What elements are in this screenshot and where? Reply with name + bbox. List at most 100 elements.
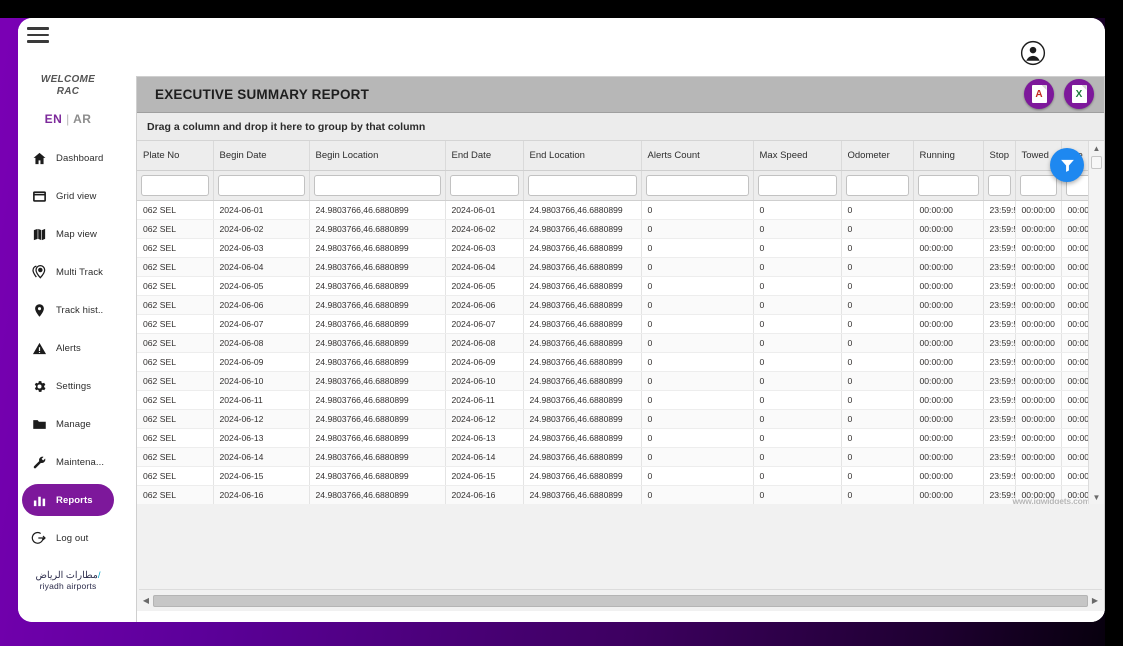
cell-end_location: 24.9803766,46.6880899 [523,447,642,467]
pdf-export-icon[interactable]: A [1024,79,1054,109]
table-row[interactable]: 062 SEL 2024-06-06 24.9803766,46.6880899 20… [137,295,1104,315]
scroll-right-arrow[interactable]: ▶ [1088,596,1102,605]
grid-empty-area [137,504,1104,589]
page-root: WELCOME RAC EN | AR Dashboard Grid view … [0,0,1123,646]
cell-odometer: 0 [841,276,914,296]
cell-plate_no: 062 SEL [137,390,214,410]
table-row[interactable]: 062 SEL 2024-06-07 24.9803766,46.6880899 20… [137,314,1104,334]
sidebar-item-maintenance[interactable]: Maintena... [22,446,114,478]
cell-stop: 23:59:59 [983,447,1016,467]
cell-alerts_count: 0 [641,371,754,391]
column-header-row: Plate No Begin Date Begin Location End Date… [137,141,1104,171]
table-row[interactable]: 062 SEL 2024-06-10 24.9803766,46.6880899 20… [137,371,1104,391]
sidebar-item-grid-view[interactable]: Grid view [22,180,114,212]
lang-en[interactable]: EN [45,112,63,126]
vertical-scrollbar[interactable]: ▲ ▼ [1088,141,1104,504]
column-header-alerts_count[interactable]: Alerts Count [641,141,754,171]
table-row[interactable]: 062 SEL 2024-06-14 24.9803766,46.6880899 20… [137,447,1104,467]
report-panel: EXECUTIVE SUMMARY REPORT A X Drag a colu… [136,76,1105,622]
sidebar-item-settings[interactable]: Settings [22,370,114,402]
scroll-up-arrow[interactable]: ▲ [1089,141,1104,155]
cell-odometer: 0 [841,447,914,467]
column-header-plate_no[interactable]: Plate No [137,141,214,171]
table-row[interactable]: 062 SEL 2024-06-01 24.9803766,46.6880899 20… [137,200,1104,220]
cell-end_date: 2024-06-10 [445,371,524,391]
user-account-icon[interactable] [1020,40,1046,66]
table-row[interactable]: 062 SEL 2024-06-15 24.9803766,46.6880899 20… [137,466,1104,486]
column-header-begin_date[interactable]: Begin Date [213,141,310,171]
scroll-down-arrow[interactable]: ▼ [1089,490,1104,504]
cell-alerts_count: 0 [641,447,754,467]
cell-stop: 23:59:59 [983,295,1016,315]
hamburger-bar [27,27,49,30]
filter-input-end_location[interactable] [527,175,637,196]
sidebar-item-reports[interactable]: Reports [22,484,114,516]
cell-max_speed: 0 [753,428,842,448]
filter-input-towed[interactable] [1019,175,1057,196]
sidebar-item-label: Alerts [56,342,81,354]
filter-input-odometer[interactable] [845,175,909,196]
cell-towed: 00:00:00 [1015,428,1062,448]
cell-towed: 00:00:00 [1015,352,1062,372]
table-row[interactable]: 062 SEL 2024-06-13 24.9803766,46.6880899 20… [137,428,1104,448]
table-row[interactable]: 062 SEL 2024-06-04 24.9803766,46.6880899 20… [137,257,1104,277]
lang-ar[interactable]: AR [73,112,91,126]
cell-plate_no: 062 SEL [137,409,214,429]
filter-input-running[interactable] [917,175,979,196]
excel-export-icon[interactable]: X [1064,79,1094,109]
table-row[interactable]: 062 SEL 2024-06-03 24.9803766,46.6880899 20… [137,238,1104,258]
language-switcher[interactable]: EN | AR [18,112,118,126]
column-header-max_speed[interactable]: Max Speed [753,141,842,171]
filter-input-end_date[interactable] [449,175,519,196]
cell-towed: 00:00:00 [1015,314,1062,334]
scroll-left-arrow[interactable]: ◀ [139,596,153,605]
filter-input-begin_location[interactable] [313,175,441,196]
sidebar-item-alerts[interactable]: Alerts [22,332,114,364]
table-row[interactable]: 062 SEL 2024-06-09 24.9803766,46.6880899 20… [137,352,1104,372]
logo-english: riyadh airports [39,581,97,591]
filter-input-begin_date[interactable] [217,175,305,196]
data-grid: ▲ ▼ www.jqwidgets.com Plate No Begin Date… [137,141,1104,504]
cell-alerts_count: 0 [641,333,754,353]
cell-odometer: 0 [841,295,914,315]
hamburger-icon[interactable] [27,27,49,45]
column-header-end_date[interactable]: End Date [445,141,524,171]
vertical-scroll-thumb[interactable] [1091,156,1102,169]
sidebar-item-track-history[interactable]: Track hist.. [22,294,114,326]
horizontal-scroll-thumb[interactable] [153,594,1088,607]
filter-input-plate_no[interactable] [141,175,209,196]
table-row[interactable]: 062 SEL 2024-06-11 24.9803766,46.6880899 20… [137,390,1104,410]
sidebar-item-log-out[interactable]: Log out [22,522,114,554]
column-header-running[interactable]: Running [913,141,984,171]
sidebar-item-manage[interactable]: Manage [22,408,114,440]
cell-running: 00:00:00 [913,371,984,391]
table-row[interactable]: 062 SEL 2024-06-12 24.9803766,46.6880899 20… [137,409,1104,429]
horizontal-scrollbar[interactable]: ◀ ▶ [139,589,1102,611]
table-row[interactable]: 062 SEL 2024-06-02 24.9803766,46.6880899 20… [137,219,1104,239]
table-row[interactable]: 062 SEL 2024-06-08 24.9803766,46.6880899 20… [137,333,1104,353]
column-header-odometer[interactable]: Odometer [841,141,914,171]
cell-begin_location: 24.9803766,46.6880899 [309,371,446,391]
cell-alerts_count: 0 [641,257,754,277]
filter-input-max_speed[interactable] [757,175,837,196]
sidebar-item-dashboard[interactable]: Dashboard [22,142,114,174]
panel-header: EXECUTIVE SUMMARY REPORT A X [137,77,1104,113]
sidebar-item-multi-track[interactable]: Multi Track [22,256,114,288]
filter-funnel-icon[interactable] [1050,148,1084,182]
column-header-end_location[interactable]: End Location [523,141,642,171]
column-header-stop[interactable]: Stop [983,141,1016,171]
column-header-begin_location[interactable]: Begin Location [309,141,446,171]
cell-towed: 00:00:00 [1015,257,1062,277]
filter-input-alerts_count[interactable] [645,175,749,196]
group-drop-area[interactable]: Drag a column and drop it here to group … [137,113,1104,141]
sidebar-item-label: Log out [56,532,89,544]
cell-begin_location: 24.9803766,46.6880899 [309,219,446,239]
hamburger-bar [27,33,49,37]
filter-input-stop[interactable] [987,175,1011,196]
table-row[interactable]: 062 SEL 2024-06-05 24.9803766,46.6880899 20… [137,276,1104,296]
sidebar-item-map-view[interactable]: Map view [22,218,114,250]
table-row[interactable]: 062 SEL 2024-06-16 24.9803766,46.6880899 20… [137,485,1104,504]
cell-stop: 23:59:59 [983,466,1016,486]
cell-begin_location: 24.9803766,46.6880899 [309,447,446,467]
filter-cell-odometer [841,170,914,201]
